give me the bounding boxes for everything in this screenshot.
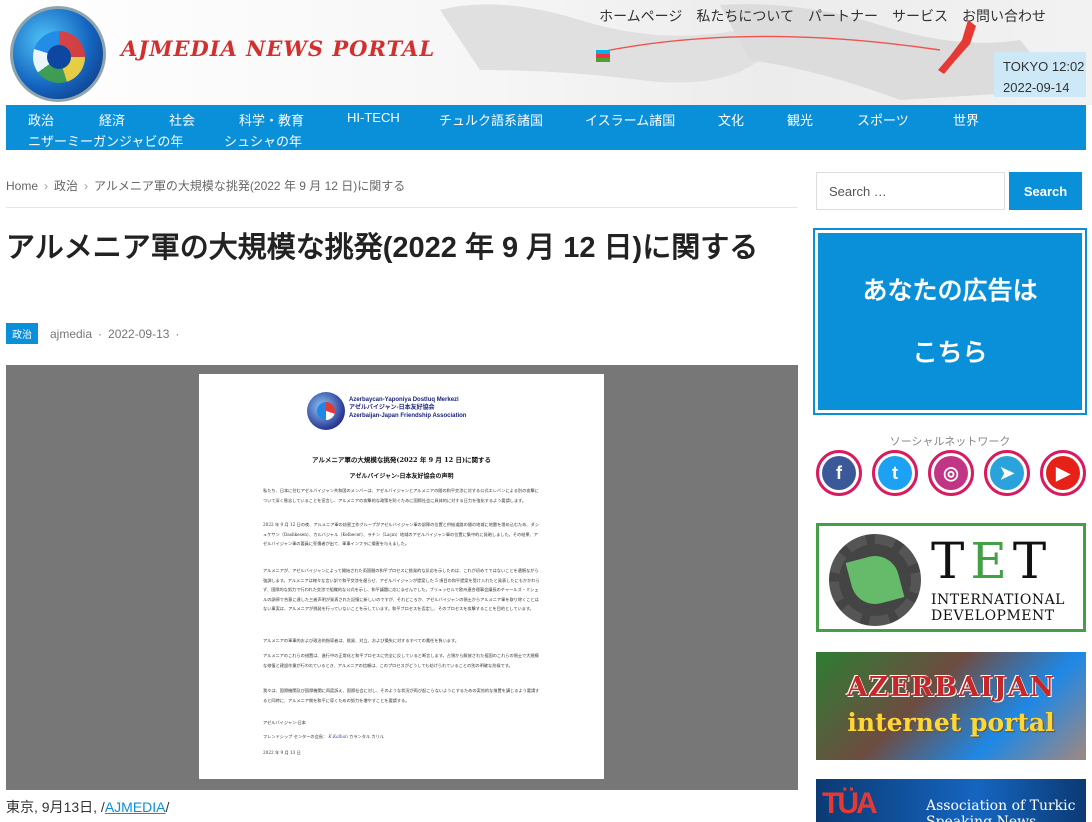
az-banner-title: AZERBAIJAN xyxy=(846,672,1056,703)
document-title: アルメニア軍の大規模な挑発(2022 年 9 月 12 日)に関する xyxy=(311,456,492,464)
ad-text-line1: あなたの広告は xyxy=(862,276,1038,305)
statement-document: Azerbaycan-Yaponiya Dostluq Merkezi アゼルバ… xyxy=(199,374,604,779)
site-title[interactable]: AJMEDIA NEWS PORTAL xyxy=(121,36,435,61)
top-navigation: ホームページ 私たちについて パートナー サービス お問い合わせ xyxy=(599,6,1046,26)
document-organization: Azerbaycan-Yaponiya Dostluq Merkezi アゼルバ… xyxy=(349,397,467,419)
breadcrumb-current: アルメニア軍の大規模な挑発(2022 年 9 月 12 日)に関する xyxy=(94,179,406,193)
nav-tourism[interactable]: 観光 xyxy=(787,110,813,129)
nav-shusha[interactable]: シュシャの年 xyxy=(224,131,302,150)
top-nav-services[interactable]: サービス xyxy=(892,6,948,26)
document-paragraph: アルメニアのこれらの措置は、進行中の正常化と和平プロセスに完全に反していると断言… xyxy=(263,653,539,668)
ajmedia-link[interactable]: AJMEDIA xyxy=(105,799,166,815)
twitter-icon[interactable]: t xyxy=(872,450,918,496)
document-subtitle: アゼルバイジャン-日本友好協会の声明 xyxy=(349,473,454,480)
ad-placeholder-banner[interactable]: あなたの広告は こちら xyxy=(813,228,1087,415)
top-nav-home[interactable]: ホームページ xyxy=(599,6,682,26)
turkic-news-agencies-banner[interactable]: TÜA Association of Turkic Speaking News … xyxy=(816,779,1086,822)
instagram-icon[interactable]: ◎ xyxy=(928,450,974,496)
divider xyxy=(6,207,798,208)
breadcrumb: Home › 政治 › アルメニア軍の大規模な挑発(2022 年 9 月 12 日)に関… xyxy=(6,177,405,194)
article-title: アルメニア軍の大規模な挑発(2022 年 9 月 12 日)に関する xyxy=(6,232,759,264)
social-networks-title: ソーシャルネットワーク xyxy=(889,436,1011,448)
main-navigation: 政治 経済 社会 科学・教育 HI-TECH チュルク語系諸国 イスラーム諸国 … xyxy=(6,105,1086,150)
document-paragraph: アルメニアの軍事的および政治的指導者は、挑発、対立、および損失に対するすべての責… xyxy=(263,638,459,643)
nav-turkic[interactable]: チュルク語系諸国 xyxy=(439,110,543,129)
ad-text-line2: こちら xyxy=(912,338,988,367)
nav-science[interactable]: 科学・教育 xyxy=(239,110,304,129)
category-badge[interactable]: 政治 xyxy=(6,323,38,344)
youtube-icon[interactable]: ▶ xyxy=(1040,450,1086,496)
tet-subtitle: INTERNATIONAL DEVELOPMENT xyxy=(931,592,1065,624)
az-banner-subtitle: internet portal xyxy=(847,708,1055,737)
social-links: f t ◎ ➤ ▶ xyxy=(816,450,1086,496)
article-author[interactable]: ajmedia xyxy=(50,327,92,341)
azerbaijan-flag-icon xyxy=(596,50,610,62)
nav-nizami[interactable]: ニザーミーガンジャビの年 xyxy=(28,131,183,150)
document-paragraph: 2022 年 9 月 12 日の夜、アルメニア軍の妨害工作グループがアゼルバイジ… xyxy=(263,522,540,546)
article-date: 2022-09-13 xyxy=(108,326,170,341)
nav-society[interactable]: 社会 xyxy=(169,110,195,129)
facebook-icon[interactable]: f xyxy=(816,450,862,496)
document-signature-org: アゼルバイジャン-日本 xyxy=(263,720,306,725)
tokyo-clock-widget: TOKYO 12:02 2022-09-14 xyxy=(994,52,1086,97)
document-signature: フレンドシップ センターの会長： K.Kalbalı カランタル カリル xyxy=(263,734,384,739)
article-featured-image[interactable]: Azerbaycan-Yaponiya Dostluq Merkezi アゼルバ… xyxy=(6,365,798,790)
tet-logo-text: TET xyxy=(931,532,1053,590)
nav-economy[interactable]: 経済 xyxy=(99,110,125,129)
top-nav-partners[interactable]: パートナー xyxy=(808,6,878,26)
breadcrumb-home[interactable]: Home xyxy=(6,179,38,193)
azerbaijan-portal-banner[interactable]: AZERBAIJAN internet portal xyxy=(816,652,1086,760)
top-nav-contact[interactable]: お問い合わせ xyxy=(962,6,1046,26)
article-meta: 政治 ajmedia · 2022-09-13 · xyxy=(6,323,179,344)
top-nav-about[interactable]: 私たちについて xyxy=(696,6,794,26)
nav-sports[interactable]: スポーツ xyxy=(857,110,909,129)
document-paragraph: 我々は、国際機関及び国際機関に再度訴え、国際社会に対し、そのような状況が再び起こ… xyxy=(263,688,540,703)
meta-separator: · xyxy=(175,326,180,341)
nav-world[interactable]: 世界 xyxy=(953,110,979,129)
nav-islamic[interactable]: イスラーム諸国 xyxy=(585,110,675,129)
chevron-right-icon: › xyxy=(44,179,49,193)
friendship-association-logo xyxy=(307,392,345,430)
meta-separator: · xyxy=(98,326,103,341)
tet-development-banner[interactable]: TET INTERNATIONAL DEVELOPMENT xyxy=(816,523,1086,632)
chevron-right-icon: › xyxy=(84,179,89,193)
document-paragraph: アルメニアが、アゼルバイジャンによって開始された両国間の和平プロセスに挑発的な反… xyxy=(263,568,540,611)
nav-culture[interactable]: 文化 xyxy=(718,110,744,129)
search-input[interactable] xyxy=(816,172,1005,210)
clock-time: TOKYO 12:02 xyxy=(1003,59,1085,74)
site-header: AJMEDIA NEWS PORTAL ホームページ 私たちについて パートナー… xyxy=(0,0,1092,105)
article-lead: 東京, 9月13日, /AJMEDIA/ xyxy=(6,799,170,815)
telegram-icon[interactable]: ➤ xyxy=(984,450,1030,496)
tua-logo: TÜA xyxy=(822,787,878,820)
ajmedia-logo[interactable] xyxy=(10,6,106,102)
breadcrumb-category[interactable]: 政治 xyxy=(54,179,78,193)
search-button[interactable]: Search xyxy=(1009,172,1082,210)
nav-hitech[interactable]: HI-TECH xyxy=(347,110,400,125)
nav-politics[interactable]: 政治 xyxy=(28,110,54,129)
document-paragraph: 私たち、日本に住むアゼルバイジャン共和国のメンバーは、アゼルバイジャンとアルメニ… xyxy=(263,488,539,503)
document-date: 2022 年 9 月 13 日 xyxy=(263,750,301,755)
clock-date: 2022-09-14 xyxy=(1003,80,1070,95)
tua-banner-text: Association of Turkic Speaking News Agen… xyxy=(926,798,1076,822)
